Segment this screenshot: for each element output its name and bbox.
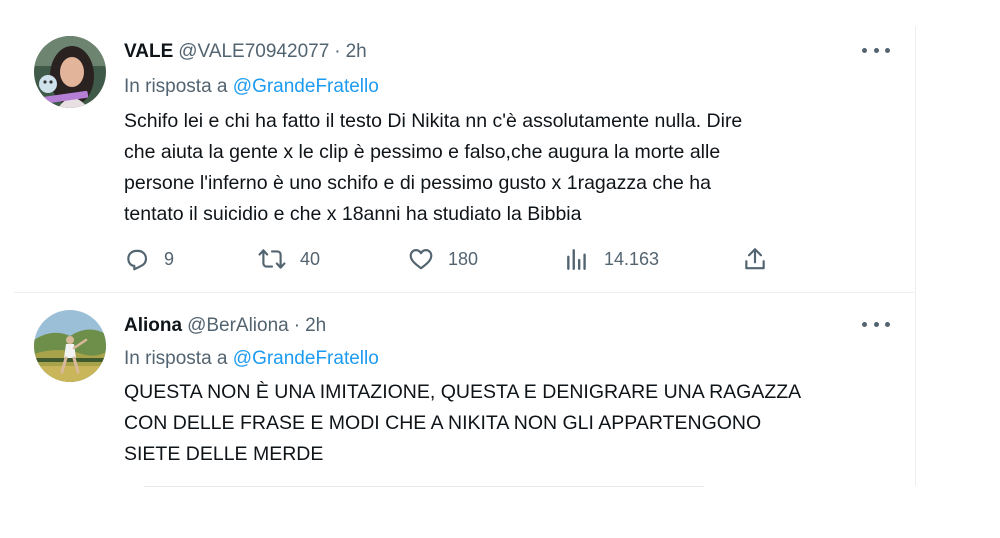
user-handle[interactable]: @BerAliona: [187, 315, 289, 337]
tweet-text-line: che aiuta la gente x le clip è pessimo e…: [124, 141, 721, 163]
avatar[interactable]: [34, 310, 106, 382]
avatar-image: [34, 310, 106, 382]
more-dots-icon[interactable]: [862, 40, 890, 60]
timestamp[interactable]: 2h: [305, 315, 326, 337]
user-handle[interactable]: @VALE70942077: [178, 41, 329, 63]
separator-dot: ·: [334, 41, 341, 62]
display-name[interactable]: VALE: [124, 41, 173, 63]
separator-dot: ·: [293, 315, 301, 336]
timeline-feed: VALE @VALE70942077 · 2h In risposta a @G…: [14, 0, 914, 538]
avatar-image: [34, 36, 106, 108]
retweet-icon: [258, 249, 286, 269]
reply-mention-link[interactable]: @GrandeFratello: [233, 76, 379, 97]
display-name[interactable]: Aliona: [124, 315, 182, 337]
share-icon: [745, 248, 765, 270]
tweet-text-line: CON DELLE FRASE E MODI CHE A NIKITA NON …: [124, 412, 762, 434]
tweet-text: QUESTA NON È UNA IMITAZIONE, QUESTA E DE…: [124, 377, 914, 470]
share-button[interactable]: [742, 242, 768, 276]
tweet-text-line: tentato il suicidio e che x 18anni ha st…: [124, 203, 582, 225]
more-dots-icon[interactable]: [862, 314, 890, 334]
tweet-text-line: Schifo lei e chi ha fatto il testo Di Ni…: [124, 110, 743, 132]
avatar[interactable]: [34, 36, 106, 108]
views-button[interactable]: 14.163: [564, 242, 659, 276]
like-count: 180: [448, 248, 479, 269]
reply-count: 9: [164, 248, 175, 269]
action-bar-edge: [144, 486, 704, 487]
retweet-count: 40: [300, 248, 321, 269]
tweet[interactable]: VALE @VALE70942077 · 2h In risposta a @G…: [14, 0, 914, 292]
tweet-text-line: QUESTA NON È UNA IMITAZIONE, QUESTA E DE…: [124, 381, 802, 403]
tweet-text-line: persone l'inferno è uno schifo e di pess…: [124, 172, 711, 194]
reply-button[interactable]: 9: [124, 242, 174, 276]
reply-context: In risposta a @GrandeFratello: [124, 76, 379, 98]
views-count: 14.163: [604, 248, 660, 269]
like-button[interactable]: 180: [408, 242, 478, 276]
reply-prefix: In risposta a: [124, 76, 228, 97]
reply-context: In risposta a @GrandeFratello: [124, 348, 379, 370]
heart-icon: [409, 249, 433, 270]
tweet-text: Schifo lei e chi ha fatto il testo Di Ni…: [124, 106, 914, 230]
tweet-header: VALE @VALE70942077 · 2h: [124, 38, 367, 66]
tweet-header: Aliona @BerAliona · 2h: [124, 312, 326, 340]
tweet-text-line: SIETE DELLE MERDE: [124, 443, 324, 465]
timeline-right-border: [915, 26, 916, 486]
reply-prefix: In risposta a: [124, 348, 228, 369]
tweet[interactable]: Aliona @BerAliona · 2h In risposta a @Gr…: [14, 293, 914, 493]
action-bar: 9 40 180 14.163: [124, 242, 884, 276]
retweet-button[interactable]: 40: [258, 242, 320, 276]
reply-icon: [127, 249, 148, 271]
timestamp[interactable]: 2h: [346, 41, 367, 63]
reply-mention-link[interactable]: @GrandeFratello: [233, 348, 379, 369]
views-chart-icon: [567, 249, 586, 270]
